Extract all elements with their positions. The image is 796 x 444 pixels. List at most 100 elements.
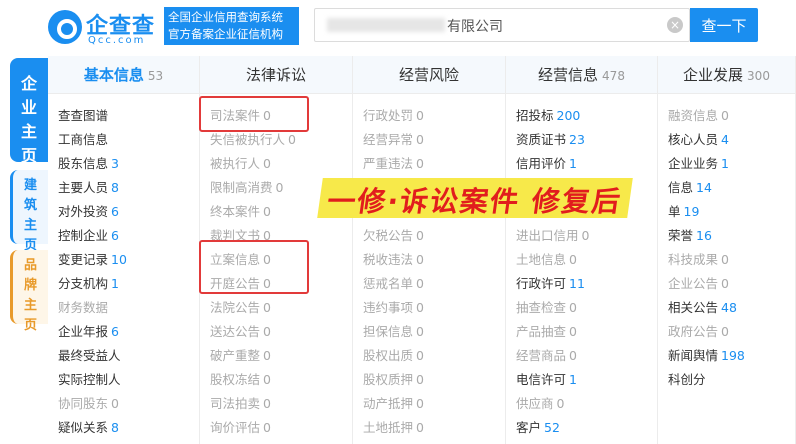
item-label: 实际控制人 <box>58 372 121 387</box>
item-count: 3 <box>111 156 119 171</box>
item-count: 0 <box>416 396 424 411</box>
list-item[interactable]: 信息 14 <box>658 176 795 200</box>
column-0: 基本信息 53 查查图谱 工商信息 股东信息 3 主要人员 8 对外投资 6 控制企业 6 变更记录 10… <box>48 56 200 444</box>
list-item[interactable]: 被执行人 0 <box>200 152 352 176</box>
item-count: 0 <box>288 132 296 147</box>
list-item[interactable]: 经营商品 0 <box>506 344 657 368</box>
column-header[interactable]: 法律诉讼 <box>200 56 352 94</box>
item-count: 16 <box>696 228 712 243</box>
list-item[interactable]: 科技成果 0 <box>658 248 795 272</box>
list-item[interactable]: 协同股东 0 <box>48 392 199 416</box>
list-item[interactable]: 单 19 <box>658 200 795 224</box>
list-item[interactable]: 股权出质 0 <box>353 344 505 368</box>
list-item[interactable]: 破产重整 0 <box>200 344 352 368</box>
list-item[interactable]: 实际控制人 <box>48 368 199 392</box>
item-label: 工商信息 <box>58 132 109 147</box>
list-item[interactable]: 科创分 <box>658 368 795 392</box>
list-item[interactable]: 最终受益人 <box>48 344 199 368</box>
slogan-line-2: 官方备案企业征信机构 <box>168 27 283 41</box>
list-item[interactable]: 信用评价 1 <box>506 152 657 176</box>
list-item[interactable]: 进出口信用 0 <box>506 224 657 248</box>
list-item[interactable]: 经营异常 0 <box>353 128 505 152</box>
list-item[interactable]: 行政处罚 0 <box>353 104 505 128</box>
list-item[interactable]: 抽查检查 0 <box>506 296 657 320</box>
tab-brand-home[interactable]: 品 牌 主 页 <box>10 250 48 333</box>
list-item[interactable]: 招投标 200 <box>506 104 657 128</box>
column-header[interactable]: 企业发展 300 <box>658 56 795 94</box>
list-item[interactable]: 资质证书 23 <box>506 128 657 152</box>
tab-company-home[interactable]: 企 业 主 页 <box>10 58 48 165</box>
item-count: 6 <box>111 228 119 243</box>
list-item[interactable]: 核心人员 4 <box>658 128 795 152</box>
column-header[interactable]: 经营风险 <box>353 56 505 94</box>
list-item[interactable]: 询价评估 0 <box>200 416 352 440</box>
tab-char: 主 <box>20 122 37 141</box>
list-item[interactable]: 供应商 0 <box>506 392 657 416</box>
list-item[interactable]: 变更记录 10 <box>48 248 199 272</box>
list-item[interactable]: 相关公告 48 <box>658 296 795 320</box>
list-item[interactable]: 对外投资 6 <box>48 200 199 224</box>
item-label: 供应商 <box>516 396 554 411</box>
tab-char: 筑 <box>23 198 37 213</box>
item-label: 科技成果 <box>668 252 719 267</box>
list-item[interactable]: 法院公告 0 <box>200 296 352 320</box>
list-item[interactable]: 新闻舆情 198 <box>658 344 795 368</box>
item-count: 0 <box>416 348 424 363</box>
item-count: 0 <box>263 372 271 387</box>
list-item[interactable]: 股东信息 3 <box>48 152 199 176</box>
list-item[interactable]: 惩戒名单 0 <box>353 272 505 296</box>
list-item[interactable]: 严重违法 0 <box>353 152 505 176</box>
list-item[interactable]: 股权冻结 0 <box>200 368 352 392</box>
list-item[interactable]: 电信许可 1 <box>506 368 657 392</box>
list-item[interactable]: 控制企业 6 <box>48 224 199 248</box>
item-count: 8 <box>111 180 119 195</box>
list-item[interactable]: 客户 52 <box>506 416 657 440</box>
clear-icon[interactable]: × <box>667 17 683 33</box>
list-item[interactable]: 土地抵押 0 <box>353 416 505 440</box>
list-item[interactable]: 企业业务 1 <box>658 152 795 176</box>
item-count: 0 <box>111 396 119 411</box>
list-item[interactable]: 产品抽查 0 <box>506 320 657 344</box>
tab-construction-home[interactable]: 建 筑 主 页 <box>10 170 48 253</box>
item-label: 疑似关系 <box>58 420 109 435</box>
list-item[interactable]: 土地信息 0 <box>506 248 657 272</box>
column-header[interactable]: 经营信息 478 <box>506 56 657 94</box>
item-label: 股权冻结 <box>210 372 261 387</box>
list-item[interactable]: 股权质押 0 <box>353 368 505 392</box>
item-count: 0 <box>556 396 565 411</box>
list-item[interactable]: 分支机构 1 <box>48 272 199 296</box>
list-item[interactable]: 融资信息 0 <box>658 104 795 128</box>
list-item[interactable]: 企业公告 0 <box>658 272 795 296</box>
list-item[interactable]: 税收违法 0 <box>353 248 505 272</box>
search-input[interactable]: 有限公司 × <box>314 8 690 42</box>
list-item[interactable]: 查查图谱 <box>48 104 199 128</box>
slogan-line-1: 全国企业信用查询系统 <box>168 10 283 24</box>
item-count: 0 <box>416 276 424 291</box>
list-item[interactable]: 工商信息 <box>48 128 199 152</box>
list-item[interactable]: 动产抵押 0 <box>353 392 505 416</box>
list-item[interactable]: 担保信息 0 <box>353 320 505 344</box>
item-count: 0 <box>416 228 424 243</box>
column-header[interactable]: 基本信息 53 <box>48 56 199 94</box>
list-item[interactable]: 欠税公告 0 <box>353 224 505 248</box>
item-count: 0 <box>263 420 271 435</box>
item-label: 控制企业 <box>58 228 109 243</box>
list-item[interactable]: 财务数据 <box>48 296 199 320</box>
search-button[interactable]: 查一下 <box>690 8 758 42</box>
list-item[interactable]: 疑似关系 8 <box>48 416 199 440</box>
list-item[interactable]: 主要人员 8 <box>48 176 199 200</box>
list-item[interactable]: 送达公告 0 <box>200 320 352 344</box>
list-item[interactable]: 行政许可 11 <box>506 272 657 296</box>
list-item[interactable]: 荣誉 16 <box>658 224 795 248</box>
list-item[interactable]: 企业年报 6 <box>48 320 199 344</box>
highlight-box-filing <box>199 240 309 294</box>
list-item[interactable]: 司法拍卖 0 <box>200 392 352 416</box>
column-4: 企业发展 300 融资信息 0 核心人员 4 企业业务 1 信息 14 单 19 荣誉 16 科技成果 0 企业… <box>658 56 796 444</box>
list-item[interactable]: 政府公告 0 <box>658 320 795 344</box>
list-item[interactable]: 违约事项 0 <box>353 296 505 320</box>
item-label: 经营商品 <box>516 348 567 363</box>
item-label: 股东信息 <box>58 156 109 171</box>
qcc-logo[interactable]: 企查查 Qcc.com <box>48 8 160 46</box>
column-3: 经营信息 478 招投标 200 资质证书 23 信用评价 1 进出口信用 0 土地信息 0 行政许可 1… <box>506 56 658 444</box>
item-label: 行政许可 <box>516 276 567 291</box>
